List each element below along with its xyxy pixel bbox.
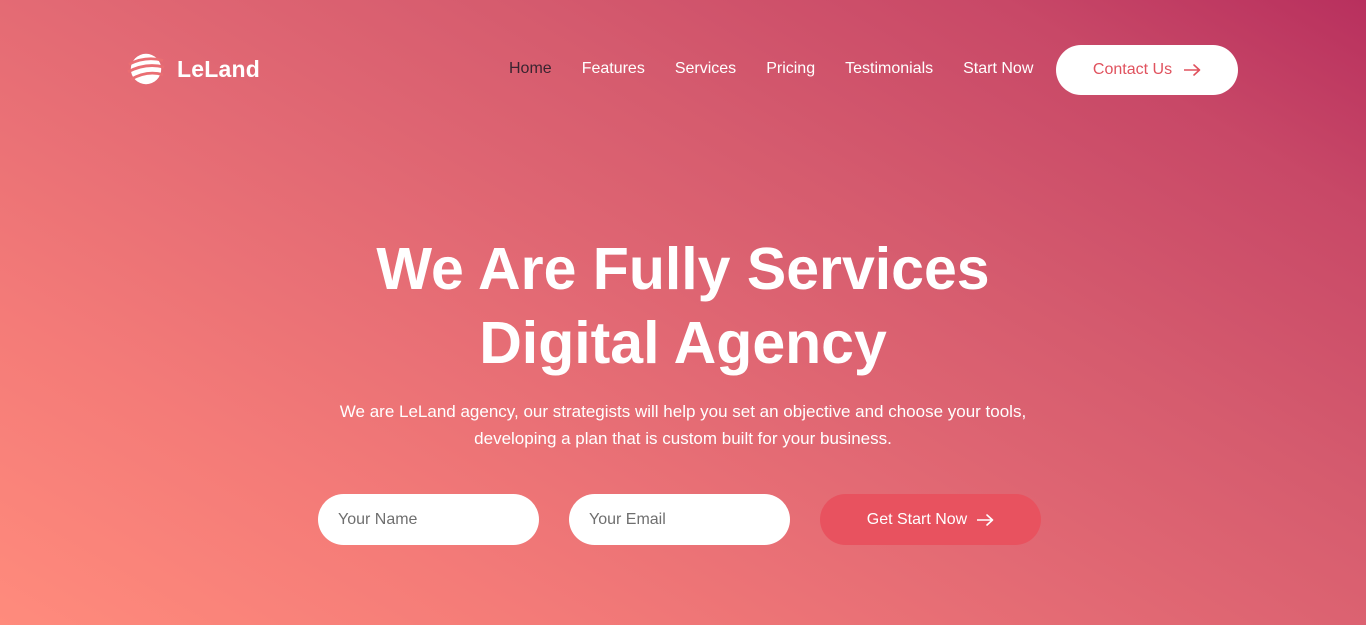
nav-item-pricing[interactable]: Pricing <box>766 59 815 79</box>
contact-us-label: Contact Us <box>1092 61 1173 78</box>
nav-item-features[interactable]: Features <box>582 59 645 79</box>
hero-section: LeLand Home Features Services Pricing Te… <box>0 0 1366 625</box>
nav-item-services[interactable]: Services <box>675 59 736 79</box>
globe-swoosh-icon <box>127 53 165 85</box>
hero-title: We Are Fully Services Digital Agency <box>0 232 1366 380</box>
nav-item-testimonials[interactable]: Testimonials <box>845 59 933 79</box>
brand-logo[interactable]: LeLand <box>127 50 260 88</box>
get-start-now-button[interactable]: Get Start Now <box>820 494 1041 545</box>
contact-us-button[interactable]: Contact Us <box>1056 45 1238 95</box>
main-nav: Home Features Services Pricing Testimoni… <box>509 59 1063 79</box>
hero-subtitle-line-1: We are LeLand agency, our strategists wi… <box>339 402 1027 421</box>
email-input[interactable] <box>569 494 790 545</box>
brand-name: LeLand <box>177 55 260 82</box>
hero-subtitle: We are LeLand agency, our strategists wi… <box>0 398 1366 452</box>
hero-title-line-2: Digital Agency <box>479 310 887 376</box>
nav-item-start-now[interactable]: Start Now <box>963 59 1033 79</box>
arrow-right-icon <box>1184 64 1201 76</box>
get-start-now-label: Get Start Now <box>866 510 968 528</box>
nav-item-home[interactable]: Home <box>509 59 552 79</box>
signup-form: Get Start Now <box>318 494 1041 545</box>
name-input[interactable] <box>318 494 539 545</box>
arrow-right-icon <box>977 513 994 526</box>
hero-title-line-1: We Are Fully Services <box>376 236 990 302</box>
hero-subtitle-line-2: developing a plan that is custom built f… <box>474 429 892 448</box>
